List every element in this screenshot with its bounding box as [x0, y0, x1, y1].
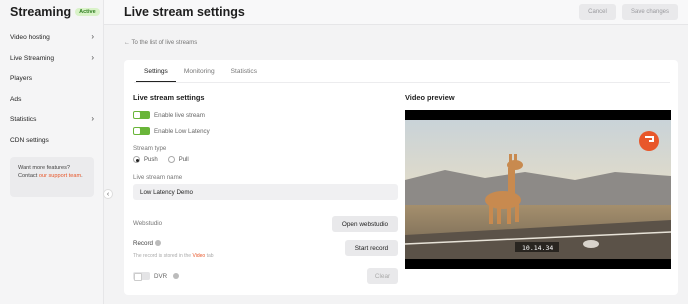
pull-radio[interactable] [167, 156, 175, 163]
sidebar-item-statistics[interactable]: Statistics › [10, 112, 94, 126]
brand-name: Streaming [10, 5, 72, 19]
push-radio[interactable] [133, 156, 140, 163]
sidebar-item-label: Ads [10, 95, 22, 103]
dvr-toggle[interactable] [133, 272, 150, 281]
start-record-button[interactable]: Start record [345, 240, 398, 256]
page-title: Live stream settings [124, 5, 245, 19]
settings-card: Settings Monitoring Statistics Live stre… [124, 60, 678, 295]
timecode: 10.14.34 [522, 244, 554, 252]
sidebar-item-label: Live Streaming [10, 54, 54, 62]
record-note-post: tab [205, 253, 214, 259]
tab-divider [134, 82, 670, 83]
sidebar-item-video-hosting[interactable]: Video hosting › [10, 30, 94, 44]
sidebar-item-players[interactable]: Players [10, 71, 94, 85]
promo-text-2: Contact [18, 173, 39, 179]
tab-settings[interactable]: Settings [136, 68, 176, 82]
sidebar-item-cdn-settings[interactable]: CDN settings [10, 133, 94, 147]
brand: Streaming Active [10, 5, 100, 19]
sidebar-item-label: Statistics [10, 115, 37, 123]
support-link[interactable]: our support team [39, 173, 81, 179]
promo-box: Want more features? Contact our support … [10, 157, 94, 197]
sidebar-item-ads[interactable]: Ads [10, 92, 94, 106]
header: Live stream settings Cancel Save changes [104, 0, 688, 25]
video-preview-title: Video preview [405, 93, 455, 102]
tab-bar: Settings Monitoring Statistics [136, 68, 265, 82]
sidebar: Streaming Active Video hosting › Live St… [0, 0, 104, 304]
webstudio-label: Webstudio [133, 220, 163, 227]
settings-section-title: Live stream settings [133, 93, 205, 102]
push-label: Push [144, 156, 158, 163]
enable-live-row: Enable live stream [133, 111, 205, 119]
enable-live-label: Enable live stream [154, 111, 205, 119]
chevron-right-icon: › [91, 32, 94, 41]
enable-low-latency-label: Enable Low Latency [154, 127, 210, 135]
open-webstudio-button[interactable]: Open webstudio [332, 216, 398, 232]
dvr-label: DVR [154, 272, 168, 280]
record-note-pre: The record is stored in the [133, 253, 193, 259]
video-tab-link[interactable]: Video [192, 253, 205, 259]
clear-button[interactable]: Clear [367, 268, 398, 284]
sidebar-item-label: CDN settings [10, 136, 49, 144]
sidebar-item-label: Players [10, 74, 32, 82]
stream-name-label: Live stream name [133, 174, 183, 181]
enable-low-latency-toggle[interactable] [133, 127, 150, 135]
status-badge: Active [75, 8, 100, 16]
sidebar-item-label: Video hosting [10, 33, 50, 41]
back-link[interactable]: ← To the list of live streams [124, 40, 197, 46]
cancel-button[interactable]: Cancel [579, 4, 616, 20]
stream-name-input[interactable]: Low Latency Demo [133, 184, 398, 200]
enable-low-latency-row: Enable Low Latency [133, 127, 210, 135]
stream-type-label: Stream type [133, 145, 167, 152]
save-changes-button[interactable]: Save changes [622, 4, 678, 20]
enable-live-toggle[interactable] [133, 111, 150, 119]
record-label: Record [133, 240, 153, 247]
tab-statistics[interactable]: Statistics [223, 68, 265, 82]
chevron-left-icon: ‹ [106, 190, 110, 198]
sidebar-item-live-streaming[interactable]: Live Streaming › [10, 51, 94, 65]
tab-monitoring[interactable]: Monitoring [176, 68, 223, 82]
record-note: The record is stored in the Video tab [133, 253, 214, 259]
info-icon[interactable] [154, 240, 161, 247]
chevron-right-icon: › [91, 53, 94, 62]
record-label-row: Record [133, 240, 161, 247]
stream-type-radio-group: Push Pull [133, 156, 189, 163]
video-player[interactable]: 10.14.34 [405, 110, 671, 269]
promo-text-end: . [81, 173, 83, 179]
info-icon[interactable] [173, 273, 180, 279]
stream-name-value: Low Latency Demo [140, 188, 193, 196]
collapse-sidebar-button[interactable]: ‹ [103, 189, 113, 199]
chevron-right-icon: › [91, 114, 94, 123]
promo-text-1: Want more features? [18, 165, 71, 171]
dvr-row: DVR [133, 272, 180, 281]
pull-label: Pull [178, 156, 189, 163]
